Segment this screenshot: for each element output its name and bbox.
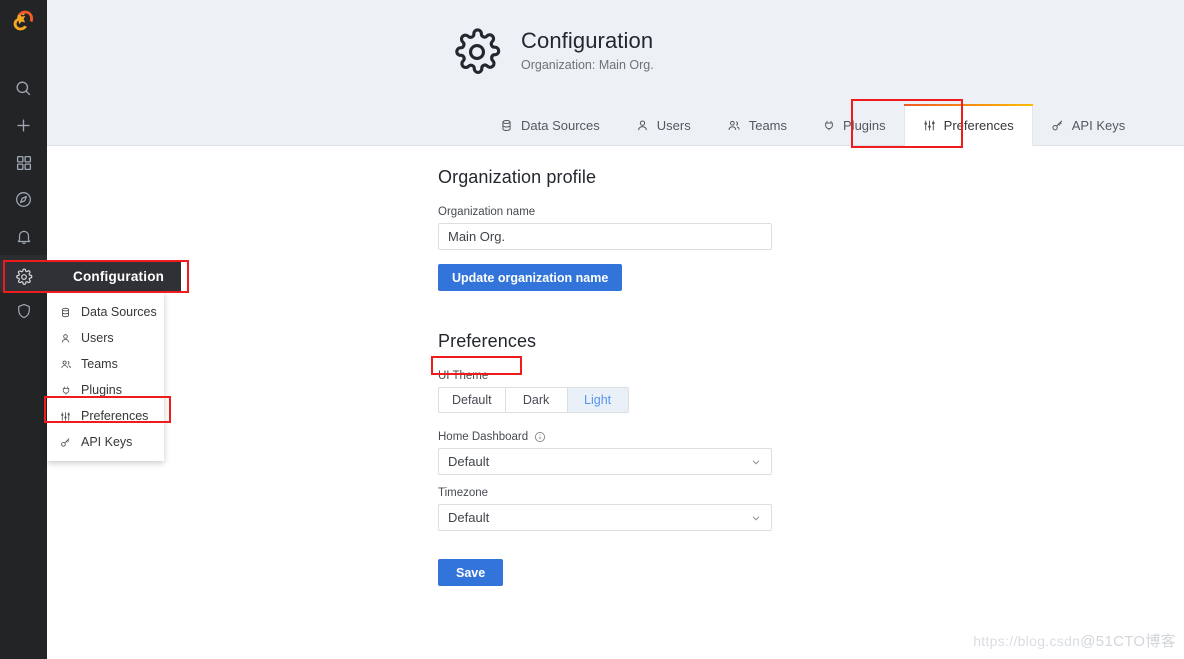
timezone-label: Timezone <box>438 487 489 499</box>
apps-grid-icon <box>15 154 33 172</box>
users-icon <box>727 119 741 132</box>
tab-label: Preferences <box>943 117 1014 133</box>
key-icon <box>1051 119 1064 132</box>
ui-theme-option-light[interactable]: Light <box>566 387 629 413</box>
organization-profile-heading: Organization profile <box>438 167 597 187</box>
database-icon <box>500 119 513 132</box>
key-icon <box>59 437 72 448</box>
flyout-item-data-sources[interactable]: Data Sources <box>47 299 164 325</box>
left-nav-rail <box>0 0 47 659</box>
search-icon <box>14 79 33 98</box>
info-circle-icon[interactable] <box>534 431 546 443</box>
home-dashboard-label-text: Home Dashboard <box>438 431 529 443</box>
sidebar-item-create[interactable] <box>0 107 47 144</box>
flyout-item-label: Users <box>81 331 114 345</box>
home-dashboard-select[interactable]: Default <box>438 448 772 475</box>
users-icon <box>59 359 72 370</box>
flyout-item-label: API Keys <box>81 435 133 449</box>
update-organization-name-button[interactable]: Update organization name <box>438 264 623 291</box>
flyout-item-label: Preferences <box>81 409 149 423</box>
config-tab-bar: Data Sources Users Teams Plugins Prefere… <box>496 104 1143 146</box>
tab-data-sources[interactable]: Data Sources <box>496 104 618 146</box>
timezone-value: Default <box>448 510 490 525</box>
grafana-configuration-page: Configuration Organization: Main Org. Da… <box>0 0 1184 659</box>
flyout-item-plugins[interactable]: Plugins <box>47 377 164 403</box>
flyout-item-label: Teams <box>81 357 118 371</box>
organization-name-label: Organization name <box>438 206 536 218</box>
home-dashboard-label: Home Dashboard <box>438 431 778 443</box>
flyout-item-label: Plugins <box>81 383 122 397</box>
tab-teams[interactable]: Teams <box>709 104 805 146</box>
flyout-item-preferences[interactable]: Preferences <box>47 403 164 429</box>
flyout-item-list: Data Sources Users Teams Plugins Prefere… <box>47 292 164 461</box>
tab-label: Users <box>656 117 691 133</box>
plug-icon <box>823 119 835 132</box>
watermark-right: @51CTO博客 <box>1080 633 1176 650</box>
sidebar-item-dashboards[interactable] <box>0 144 47 181</box>
compass-icon <box>14 190 33 209</box>
tab-plugins[interactable]: Plugins <box>805 104 904 146</box>
grafana-logo[interactable] <box>0 0 47 44</box>
configuration-flyout-menu: Configuration Data Sources Users Teams P… <box>15 261 181 461</box>
tab-users[interactable]: Users <box>618 104 709 146</box>
tab-label: API Keys <box>1071 117 1126 133</box>
page-header: Configuration Organization: Main Org. Da… <box>47 0 1184 146</box>
chevron-down-icon <box>750 456 762 468</box>
page-subtitle: Organization: Main Org. <box>521 58 654 72</box>
tab-label: Data Sources <box>521 117 600 133</box>
save-button[interactable]: Save <box>438 559 504 586</box>
sliders-icon <box>59 411 72 422</box>
sliders-icon <box>923 119 936 132</box>
sidebar-item-search[interactable] <box>0 70 47 107</box>
tab-preferences[interactable]: Preferences <box>903 104 1033 146</box>
database-icon <box>59 307 72 318</box>
sidebar-item-explore[interactable] <box>0 181 47 218</box>
flyout-item-api-keys[interactable]: API Keys <box>47 429 164 455</box>
watermark-left: https://blog.csdn <box>973 633 1081 649</box>
flyout-item-label: Data Sources <box>81 305 157 319</box>
plus-icon <box>14 116 33 135</box>
ui-theme-label: UI Theme <box>438 370 489 382</box>
home-dashboard-value: Default <box>448 454 490 469</box>
timezone-select[interactable]: Default <box>438 504 772 531</box>
plug-icon <box>59 385 72 396</box>
bell-icon <box>15 228 33 246</box>
user-icon <box>636 119 649 132</box>
flyout-item-users[interactable]: Users <box>47 325 164 351</box>
flyout-header[interactable]: Configuration <box>15 261 181 292</box>
user-icon <box>59 333 72 344</box>
organization-name-input[interactable] <box>438 223 772 250</box>
shield-icon <box>15 302 33 320</box>
tab-api-keys[interactable]: API Keys <box>1033 104 1143 146</box>
gear-icon <box>0 268 47 286</box>
sidebar-item-server-admin[interactable] <box>0 292 47 329</box>
flyout-header-label: Configuration <box>73 269 165 284</box>
ui-theme-option-default[interactable]: Default <box>438 387 505 413</box>
flyout-item-teams[interactable]: Teams <box>47 351 164 377</box>
content-area: Organization profile Organization name U… <box>47 146 1184 659</box>
chevron-down-icon <box>750 512 762 524</box>
tab-label: Teams <box>748 117 788 133</box>
ui-theme-option-dark[interactable]: Dark <box>504 387 567 413</box>
tab-label: Plugins <box>843 117 886 133</box>
sidebar-item-alerting[interactable] <box>0 218 47 255</box>
preferences-heading: Preferences <box>438 331 537 351</box>
page-gear-icon <box>452 27 502 77</box>
ui-theme-radio-group: Default Dark Light <box>438 387 778 413</box>
page-title: Configuration <box>521 28 654 53</box>
watermark: https://blog.csdn@51CTO博客 <box>973 630 1176 651</box>
